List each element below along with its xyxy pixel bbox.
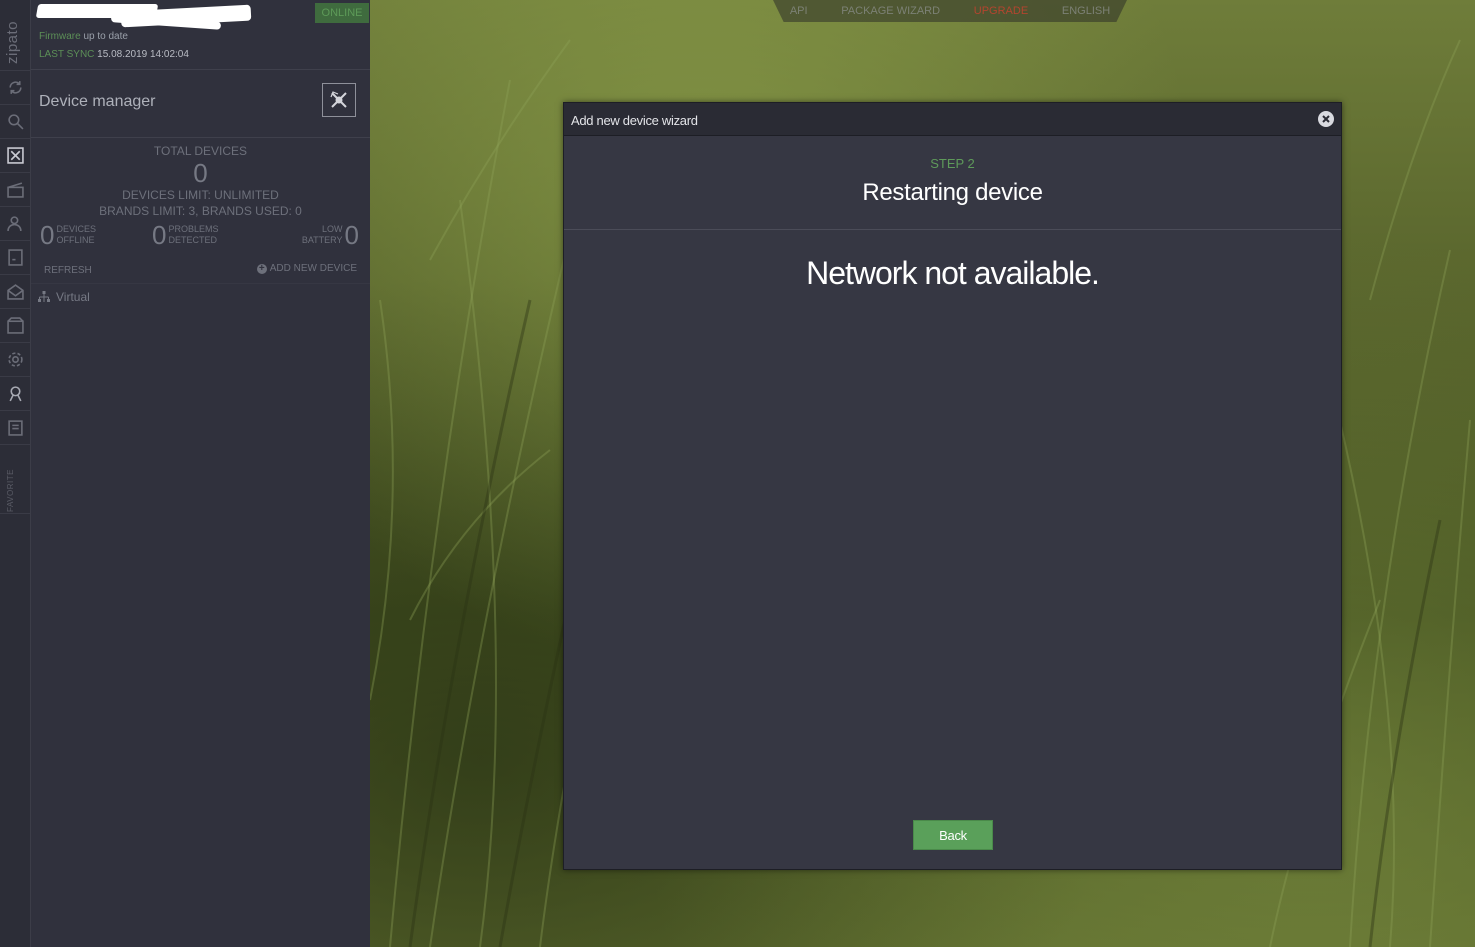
brands-limit: BRANDS LIMIT: 3, BRANDS USED: 0 bbox=[99, 204, 302, 218]
settings-icon[interactable] bbox=[0, 342, 30, 376]
sync-icon[interactable] bbox=[0, 70, 30, 104]
nav-api[interactable]: API bbox=[790, 5, 808, 17]
icon-rail: zipato FAVORITE bbox=[0, 0, 31, 947]
store-icon[interactable] bbox=[0, 308, 30, 342]
online-status-badge: ONLINE bbox=[315, 3, 369, 23]
total-devices-value: 0 bbox=[193, 158, 208, 188]
favorite-label: FAVORITE bbox=[6, 469, 15, 512]
device-manager-icon[interactable] bbox=[0, 138, 30, 172]
device-manager-title: Device manager bbox=[39, 93, 156, 110]
rules-icon[interactable] bbox=[0, 240, 30, 274]
users-icon[interactable] bbox=[0, 206, 30, 240]
divider bbox=[31, 69, 370, 70]
status-message: Network not available. bbox=[806, 255, 1100, 291]
top-navigation: API PACKAGE WIZARD UPGRADE ENGLISH bbox=[773, 0, 1127, 22]
support-icon[interactable] bbox=[0, 376, 30, 410]
devices-offline-stat: 0 DEVICES OFFLINE bbox=[40, 220, 96, 250]
close-button[interactable] bbox=[1318, 111, 1334, 127]
refresh-button[interactable]: REFRESH bbox=[44, 265, 92, 276]
dialog-header: Add new device wizard bbox=[564, 103, 1341, 136]
problems-detected-stat: 0 PROBLEMS DETECTED bbox=[152, 220, 219, 250]
firmware-status: Firmware up to date bbox=[39, 31, 128, 42]
nav-upgrade[interactable]: UPGRADE bbox=[974, 5, 1028, 17]
low-battery-stat: LOW BATTERY 0 bbox=[301, 220, 359, 250]
devices-limit: DEVICES LIMIT: UNLIMITED bbox=[122, 188, 279, 202]
back-button[interactable]: Back bbox=[913, 820, 993, 850]
dialog-title: Add new device wizard bbox=[571, 113, 698, 128]
network-tree-icon bbox=[38, 291, 50, 302]
scenes-icon[interactable] bbox=[0, 172, 30, 206]
zipato-logo: zipato bbox=[4, 20, 21, 64]
divider bbox=[31, 137, 370, 138]
step-title: Restarting device bbox=[862, 179, 1043, 206]
divider bbox=[564, 229, 1341, 230]
add-new-device-button[interactable]: + ADD NEW DEVICE bbox=[256, 263, 357, 274]
divider bbox=[31, 283, 370, 284]
last-sync: LAST SYNC 15.08.2019 14:02:04 bbox=[39, 49, 189, 60]
total-devices-label: TOTAL DEVICES bbox=[153, 144, 248, 158]
crossed-tools-icon bbox=[330, 91, 347, 108]
messages-icon[interactable] bbox=[0, 274, 30, 308]
close-icon bbox=[1322, 115, 1330, 123]
notes-icon[interactable] bbox=[0, 410, 30, 444]
nav-package-wizard[interactable]: PACKAGE WIZARD bbox=[841, 5, 940, 17]
nav-language[interactable]: ENGLISH bbox=[1062, 5, 1110, 17]
favorite-section[interactable] bbox=[0, 444, 30, 514]
search-icon[interactable] bbox=[0, 104, 30, 138]
device-manager-panel: ONLINE Firmware up to date LAST SYNC 15.… bbox=[31, 0, 370, 947]
tree-item-virtual[interactable]: Virtual bbox=[38, 290, 90, 304]
step-label: STEP 2 bbox=[930, 156, 975, 171]
add-device-wizard-dialog: Add new device wizard STEP 2 Restarting … bbox=[563, 102, 1342, 870]
plus-circle-icon: + bbox=[256, 263, 267, 274]
device-manager-toggle-button[interactable] bbox=[322, 83, 356, 117]
